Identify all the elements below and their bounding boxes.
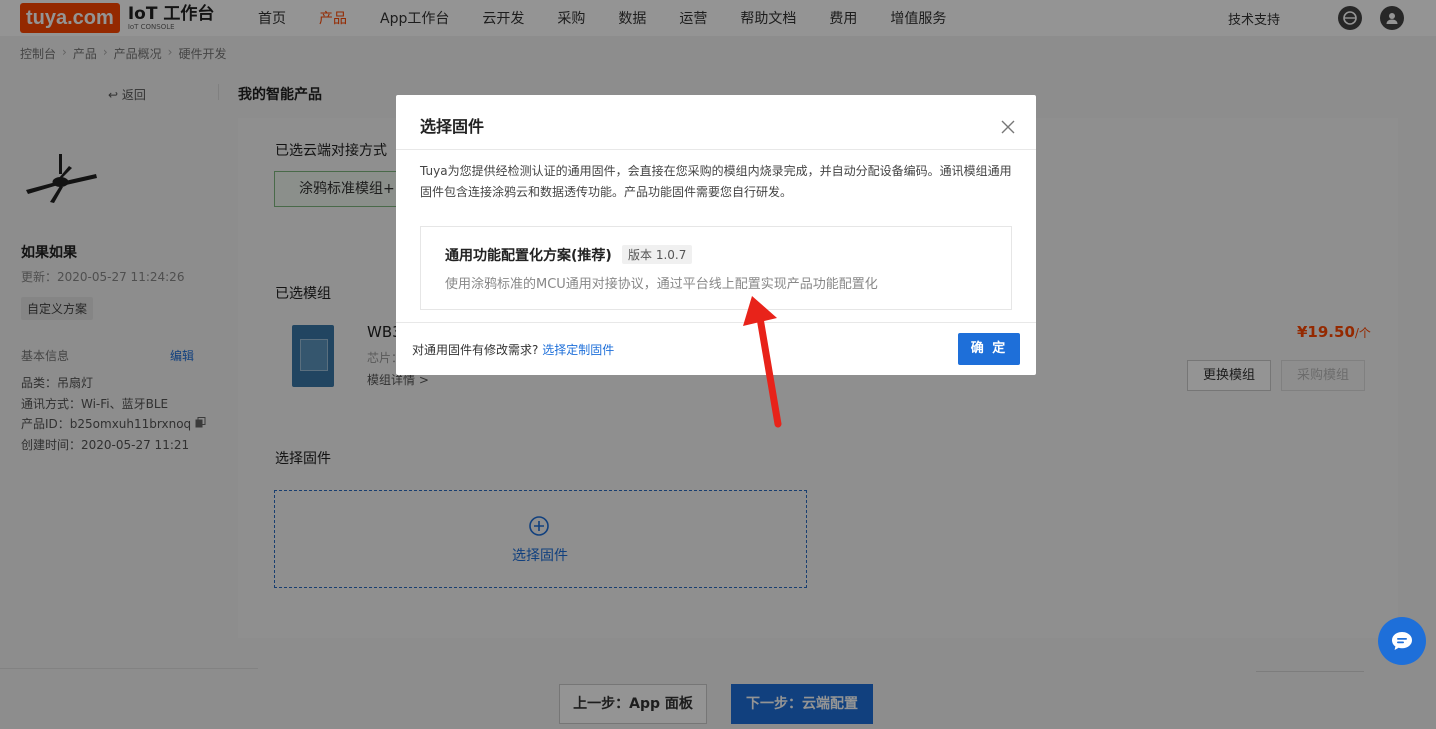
custom-firmware-link[interactable]: 选择定制固件 [542, 343, 614, 357]
confirm-button[interactable]: 确 定 [958, 333, 1020, 365]
divider [396, 322, 1036, 323]
modal-description: Tuya为您提供经检测认证的通用固件，会直接在您采购的模组内烧录完成，并自动分配… [420, 164, 1012, 199]
modal-footer-text: 对通用固件有修改需求? 选择定制固件 [412, 341, 614, 358]
chat-button[interactable] [1378, 617, 1426, 665]
chat-icon [1392, 632, 1412, 650]
firmware-option-description: 使用涂鸦标准的MCU通用对接协议，通过平台线上配置实现产品功能配置化 [445, 277, 878, 292]
firmware-option-card[interactable]: 通用功能配置化方案(推荐) 版本 1.0.7 使用涂鸦标准的MCU通用对接协议，… [420, 226, 1012, 310]
firmware-version-badge: 版本 1.0.7 [622, 245, 693, 264]
select-firmware-modal: 选择固件 Tuya为您提供经检测认证的通用固件，会直接在您采购的模组内烧录完成，… [396, 95, 1036, 375]
firmware-option-title: 通用功能配置化方案(推荐) [445, 248, 612, 264]
custom-firmware-question: 对通用固件有修改需求? [412, 343, 539, 357]
divider [396, 149, 1036, 150]
close-icon[interactable] [1000, 119, 1016, 135]
modal-title: 选择固件 [420, 117, 485, 136]
